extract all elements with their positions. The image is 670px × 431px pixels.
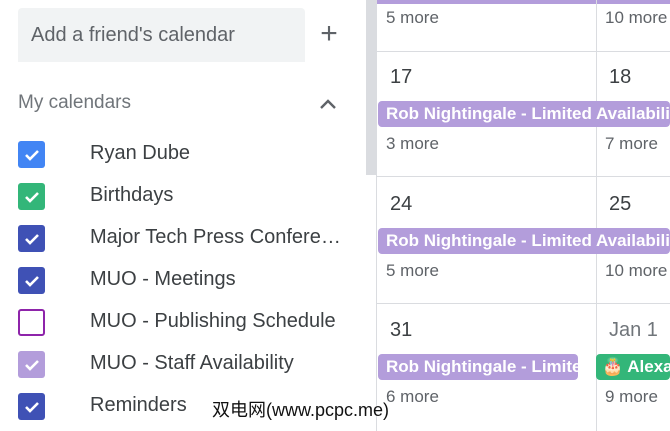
calendar-label: Birthdays [90, 184, 174, 206]
checkmark-icon [24, 233, 39, 245]
checkmark-icon [24, 191, 39, 203]
day-number[interactable]: 17 [390, 66, 412, 89]
cake-icon: 🎂 [602, 357, 624, 376]
day-number[interactable]: 25 [609, 193, 631, 216]
event-chip[interactable]: Rob Nightingale - Limited Availability [378, 101, 670, 127]
calendar-item[interactable]: MUO - Publishing Schedule [0, 307, 366, 337]
calendar-label: Reminders [90, 394, 187, 416]
calendar-checkbox[interactable] [18, 141, 45, 168]
more-link[interactable]: 3 more [386, 134, 439, 154]
add-friend-calendar-placeholder: Add a friend's calendar [31, 23, 235, 46]
more-link[interactable]: 9 more [605, 387, 658, 407]
calendar-checkbox[interactable] [18, 183, 45, 210]
chevron-up-icon[interactable] [317, 93, 339, 115]
calendar-item[interactable]: Birthdays [0, 181, 366, 211]
birthday-event-label: Alexa [627, 357, 670, 376]
event-bar-top[interactable] [376, 0, 670, 4]
sidebar: Add a friend's calendar + My calendars R… [0, 0, 366, 431]
calendar-item[interactable]: MUO - Staff Availability [0, 349, 366, 379]
calendar-checkbox[interactable] [18, 393, 45, 420]
day-number[interactable]: 24 [390, 193, 412, 216]
calendar-item[interactable]: Major Tech Press Confere… [0, 223, 366, 253]
grid-divider [376, 176, 670, 177]
birthday-event-chip[interactable]: 🎂 Alexa [596, 354, 670, 380]
add-friend-calendar-input[interactable]: Add a friend's calendar [18, 8, 305, 62]
calendar-label: MUO - Staff Availability [90, 352, 294, 374]
calendar-label: Major Tech Press Confere… [90, 226, 341, 248]
sidebar-scrollbar[interactable] [366, 0, 376, 175]
checkmark-icon [24, 359, 39, 371]
checkmark-icon [24, 149, 39, 161]
more-link[interactable]: 5 more [386, 8, 439, 28]
more-link[interactable]: 7 more [605, 134, 658, 154]
more-link[interactable]: 5 more [386, 261, 439, 281]
calendar-checkbox[interactable] [18, 309, 45, 336]
calendar-item[interactable]: Ryan Dube [0, 139, 366, 169]
calendar-checkbox[interactable] [18, 351, 45, 378]
plus-icon[interactable]: + [315, 19, 343, 51]
grid-divider [376, 0, 377, 431]
calendar-label: Ryan Dube [90, 142, 191, 164]
more-link[interactable]: 10 more [605, 8, 667, 28]
day-number[interactable]: Jan 1 [609, 319, 658, 342]
checkmark-icon [24, 401, 39, 413]
month-grid: 5 more 10 more 17 18 Rob Nightingale - L… [376, 0, 670, 431]
event-chip[interactable]: Rob Nightingale - Limited Availability [378, 354, 578, 380]
grid-divider [376, 303, 670, 304]
more-link[interactable]: 6 more [386, 387, 439, 407]
more-link[interactable]: 10 more [605, 261, 667, 281]
day-number[interactable]: 18 [609, 66, 631, 89]
watermark: 双电网(www.pcpc.me) [212, 400, 390, 420]
calendar-label: MUO - Publishing Schedule [90, 310, 336, 332]
calendar-item[interactable]: MUO - Meetings [0, 265, 366, 295]
day-number[interactable]: 31 [390, 319, 412, 342]
calendar-checkbox[interactable] [18, 225, 45, 252]
grid-divider [376, 51, 670, 52]
calendar-label: MUO - Meetings [90, 268, 236, 290]
my-calendars-title[interactable]: My calendars [18, 92, 131, 114]
event-chip[interactable]: Rob Nightingale - Limited Availability [378, 228, 670, 254]
checkmark-icon [24, 275, 39, 287]
calendar-checkbox[interactable] [18, 267, 45, 294]
